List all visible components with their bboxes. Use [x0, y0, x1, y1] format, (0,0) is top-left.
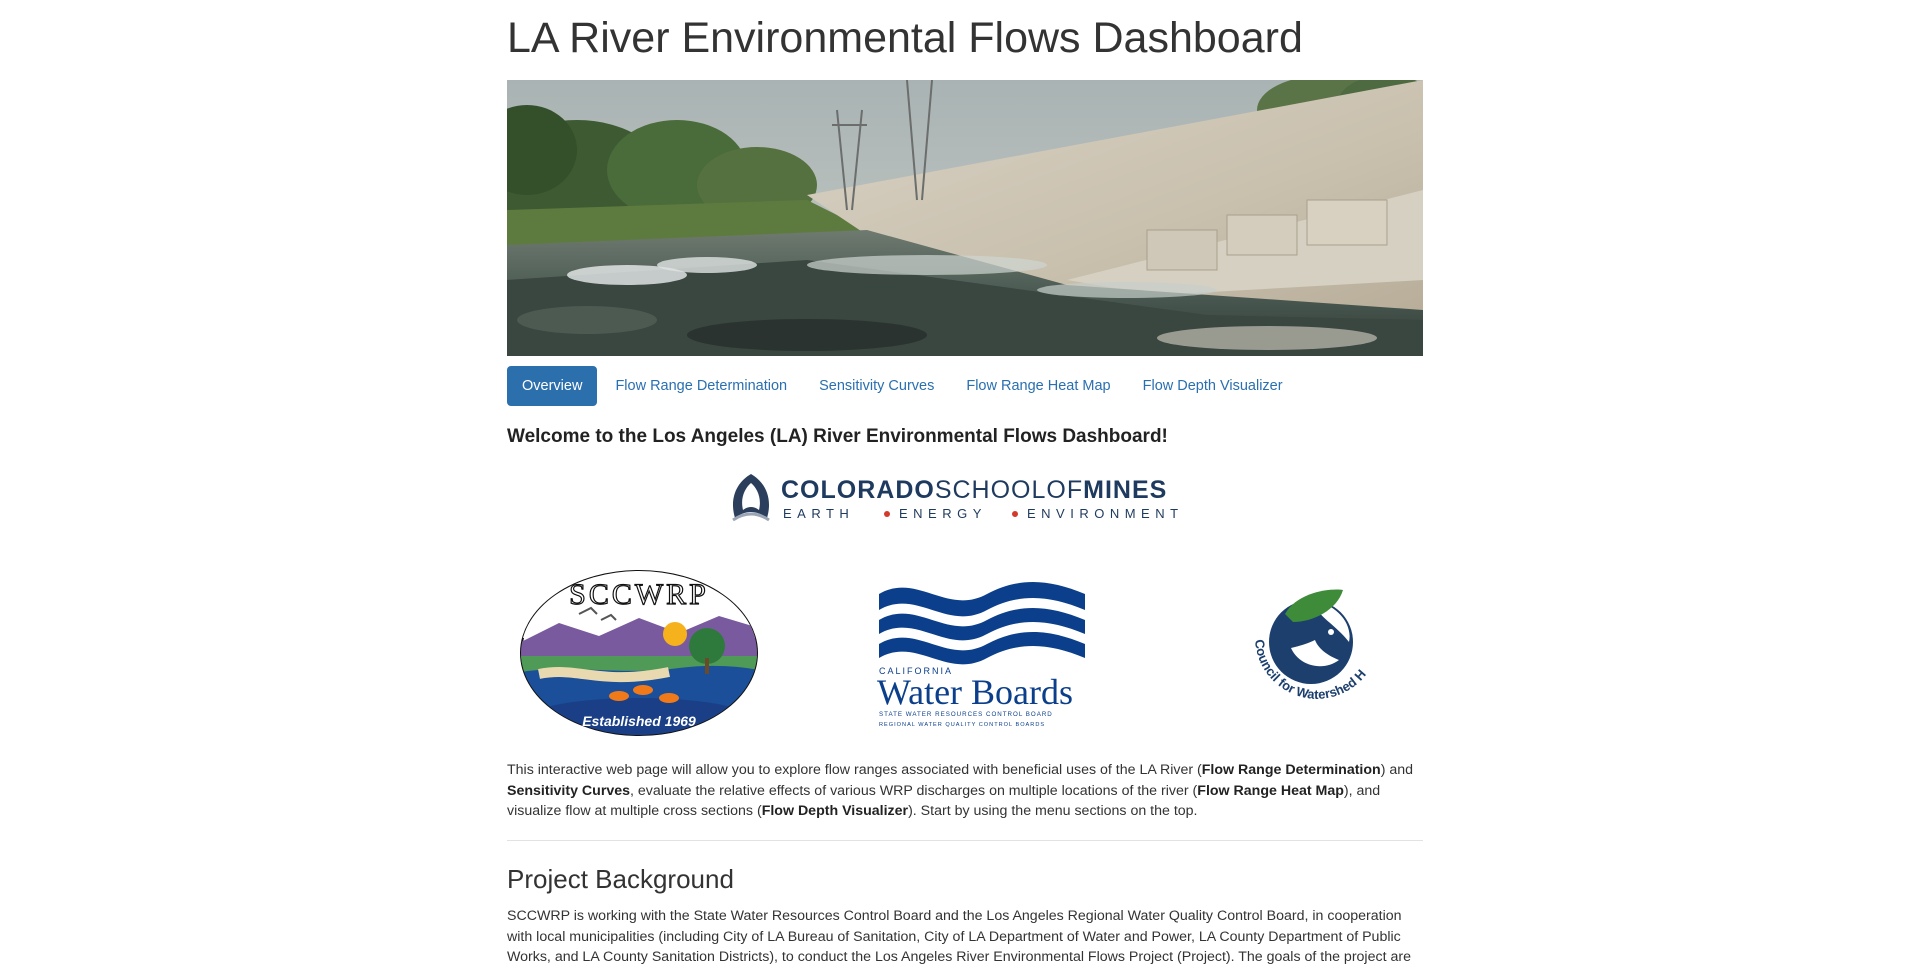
project-background-text: SCCWRP is working with the State Water R…: [507, 908, 1411, 965]
svg-text:COLORADOSCHOOLOFMINES: COLORADOSCHOOLOFMINES: [781, 476, 1167, 504]
svg-text:Established 1969: Established 1969: [582, 713, 696, 729]
council-for-watershed-health-logo: Council for Watershed Health: [1223, 568, 1397, 735]
intro-paragraph: This interactive web page will allow you…: [507, 762, 1414, 819]
svg-text:Water Boards: Water Boards: [877, 672, 1073, 712]
hero-river-photo: [507, 80, 1423, 356]
svg-text:SCCWRP: SCCWRP: [569, 578, 709, 611]
svg-text:STATE WATER RESOURCES CONTROL: STATE WATER RESOURCES CONTROL BOARD: [879, 711, 1053, 718]
welcome-heading: Welcome to the Los Angeles (LA) River En…: [507, 426, 1168, 447]
tab-flow-range-determination[interactable]: Flow Range Determination: [599, 366, 803, 406]
tab-flow-range-heat-map[interactable]: Flow Range Heat Map: [950, 366, 1126, 406]
sccwrp-logo: SCCWRP Established 1969: [519, 568, 759, 743]
partner-logos: SCCWRP Established 1969 CALIFORNIA Water…: [507, 568, 1423, 738]
tab-overview[interactable]: Overview: [507, 366, 598, 406]
california-water-boards-logo: CALIFORNIA Water Boards STATE WATER RESO…: [877, 576, 1087, 741]
svg-text:ENERGY: ENERGY: [899, 506, 987, 521]
svg-text:ENVIRONMENT: ENVIRONMENT: [1027, 506, 1184, 521]
section-divider: [507, 840, 1423, 841]
colorado-school-of-mines-logo: COLORADOSCHOOLOFMINES EARTH ENERGY ENVIR…: [727, 468, 1187, 526]
project-background-heading: Project Background: [507, 864, 734, 894]
tab-flow-depth-visualizer[interactable]: Flow Depth Visualizer: [1127, 366, 1299, 406]
page-title: LA River Environmental Flows Dashboard: [507, 14, 1303, 62]
svg-text:EARTH: EARTH: [783, 506, 854, 521]
tab-sensitivity-curves[interactable]: Sensitivity Curves: [803, 366, 950, 406]
svg-text:REGIONAL WATER QUALITY CONTROL: REGIONAL WATER QUALITY CONTROL BOARDS: [879, 722, 1045, 728]
nav-tabs: Overview Flow Range Determination Sensit…: [507, 366, 1299, 406]
